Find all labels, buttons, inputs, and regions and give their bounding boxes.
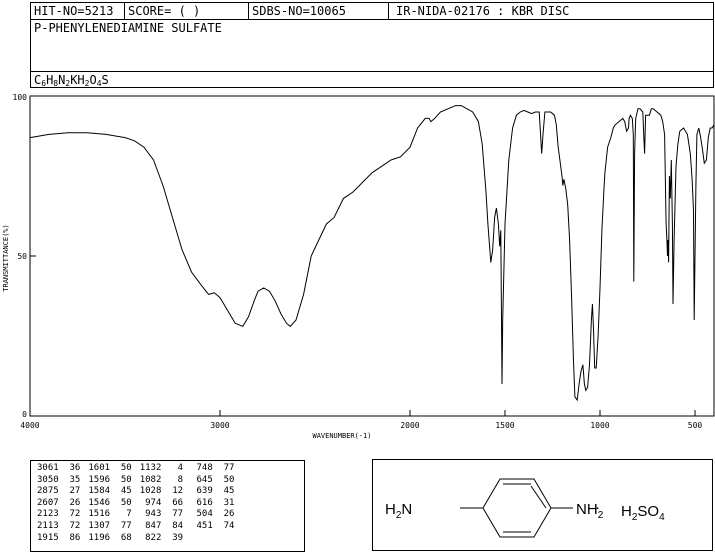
peak-entry: 1516 7 [88,509,132,520]
peak-entry: 1915 86 [37,532,81,543]
peak-entry: 2875 27 [37,486,81,497]
x-tick-label: 1000 [590,421,609,430]
ir-spectrum-chart: 0 50 100 4000 3000 2000 1500 1000 500 WAVENUMBER(… [2,93,715,440]
peak-entry: 943 77 [139,509,184,520]
x-tick-label: 3000 [210,421,229,430]
peak-entry: 645 50 [191,474,235,485]
peak-column: 1601 50 1596 50 1584 45 1546 50 1516 7 1307 7… [88,463,131,544]
y-tick-label: 0 [22,410,27,419]
x-tick-label: 500 [688,421,703,430]
y-tick-label: 100 [13,93,28,102]
peak-column: 748 77 645 50 639 45 616 31 504 26 451 7… [191,463,234,533]
x-axis-label: WAVENUMBER(-1) [312,432,371,440]
formula-element: KH [70,73,85,87]
sulfuric-acid-label: H2SO4 [621,503,665,523]
spectrum-line [29,105,715,402]
peak-entry: 2607 26 [37,497,81,508]
y-tick-label: 50 [17,252,27,261]
peak-entry: 1028 12 [139,486,184,497]
peak-entry: 3061 36 [37,463,81,473]
peak-entry: 1584 45 [88,486,132,497]
divider [31,71,713,72]
peak-entry: 847 84 [139,520,184,531]
peak-entry: 1132 4 [139,463,184,473]
formula-element: S [101,73,109,87]
ring-double-bond-right [530,485,547,509]
benzene-ring [482,478,552,538]
left-amine-label: H2N [385,501,412,521]
x-tick-label: 4000 [20,421,39,430]
formula-element: O [89,73,97,87]
peak-entry: 822 39 [139,532,184,543]
compound-name: P-PHENYLENEDIAMINE SULFATE [34,21,222,35]
peak-entry: 1596 50 [88,474,132,485]
structure-panel: H2N NH2 · H2SO4 [372,459,713,551]
peak-entry: 1082 8 [139,474,184,485]
score: SCORE= ( ) [125,3,249,19]
header-row: HIT-NO=5213 SCORE= ( ) SDBS-NO=10065 IR-… [31,3,713,20]
peak-column: 1132 4 1082 8 1028 12 974 66 943 77 847 84… [140,463,183,544]
peak-entry: 748 77 [191,463,235,473]
peak-entry: 639 45 [191,486,235,497]
sdbs-number: SDBS-NO=10065 [249,3,389,19]
peak-entry: 1546 50 [88,497,132,508]
peak-entry: 1601 50 [88,463,132,473]
peak-entry: 616 31 [191,497,235,508]
peak-entry: 504 26 [191,509,235,520]
peak-entry: 2113 72 [37,520,81,531]
salt-dot: · [595,499,600,516]
peak-entry: 974 66 [139,497,184,508]
plot-frame [29,95,715,417]
spectrum-header: HIT-NO=5213 SCORE= ( ) SDBS-NO=10065 IR-… [30,2,714,88]
peak-entry: 1307 77 [88,520,132,531]
peak-entry: 3050 35 [37,474,81,485]
structure-drawing: H2N NH2 · H2SO4 [385,478,665,538]
peak-entry: 1196 68 [88,532,132,543]
peak-entry: 2123 72 [37,509,81,520]
x-tick-label: 1500 [495,421,514,430]
x-tick-label: 2000 [400,421,419,430]
peak-column: 3061 36 3050 35 2875 27 2607 26 2123 72 2113 … [37,463,80,544]
peak-entry: 451 74 [191,520,235,531]
ir-code: IR-NIDA-02176 : KBR DISC [396,4,570,18]
peak-table: 3061 36 3050 35 2875 27 2607 26 2123 72 2113 … [30,460,305,552]
y-axis-label: TRANSMITTANCE(%) [2,224,10,291]
hit-number: HIT-NO=5213 [31,3,125,19]
